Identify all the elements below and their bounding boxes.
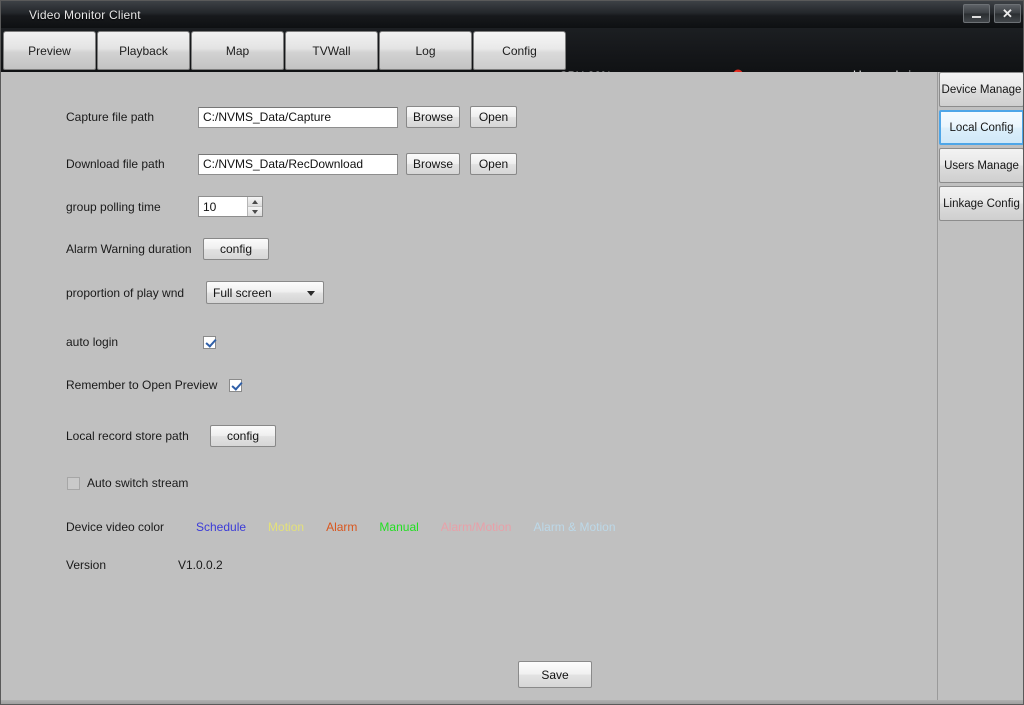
remember-preview-row: Remember to Open Preview xyxy=(66,378,243,392)
auto-login-checkbox[interactable] xyxy=(203,335,216,349)
sidebar-item-linkage-config[interactable]: Linkage Config xyxy=(939,186,1023,221)
minimize-button[interactable] xyxy=(963,4,990,23)
download-path-row: Download file path Browse Open xyxy=(66,153,518,175)
tab-log[interactable]: Log xyxy=(379,31,472,70)
polling-time-input[interactable] xyxy=(199,197,247,216)
capture-open-button[interactable]: Open xyxy=(470,106,518,128)
download-path-input[interactable] xyxy=(198,153,398,175)
capture-path-input[interactable] xyxy=(198,106,398,128)
video-color-alarm: Alarm xyxy=(326,520,358,534)
local-record-row: Local record store path config xyxy=(66,425,276,447)
sidebar-item-users-manage[interactable]: Users Manage xyxy=(939,148,1023,183)
alarm-duration-label: Alarm Warning duration xyxy=(66,242,192,256)
polling-time-spin-buttons xyxy=(247,197,262,216)
polling-time-row: group polling time xyxy=(66,196,263,217)
video-color-alarm-motion: Alarm/Motion xyxy=(440,520,512,534)
auto-login-row: auto login xyxy=(66,335,216,349)
version-row: Version V1.0.0.2 xyxy=(66,558,223,572)
remember-preview-label: Remember to Open Preview xyxy=(66,378,218,392)
chevron-down-icon xyxy=(307,291,315,296)
version-value: V1.0.0.2 xyxy=(178,558,223,572)
video-color-motion: Motion xyxy=(268,520,305,534)
play-proportion-select[interactable]: Full screen xyxy=(206,281,324,304)
window-controls: ✕ xyxy=(963,4,1021,23)
header-bar: CPU:20% Preview Playback Map TVWall Log … xyxy=(1,28,1023,86)
main-tabs: Preview Playback Map TVWall Log Config xyxy=(3,31,567,70)
version-label: Version xyxy=(66,558,107,572)
polling-time-stepper[interactable] xyxy=(198,196,263,217)
capture-path-label: Capture file path xyxy=(66,110,155,124)
download-browse-button[interactable]: Browse xyxy=(406,153,461,175)
tab-playback-label: Playback xyxy=(119,43,168,58)
local-config-form: Capture file path Browse Open Download f… xyxy=(2,72,937,704)
alarm-duration-row: Alarm Warning duration config xyxy=(66,238,269,260)
polling-time-increment-button[interactable] xyxy=(248,197,262,207)
polling-time-decrement-button[interactable] xyxy=(248,207,262,216)
capture-browse-button[interactable]: Browse xyxy=(406,106,461,128)
polling-time-label: group polling time xyxy=(66,199,161,214)
sidebar-item-local-config-label: Local Config xyxy=(949,121,1014,134)
application-window: Video Monitor Client ✕ CPU:20% Preview P… xyxy=(0,0,1024,705)
close-button[interactable]: ✕ xyxy=(994,4,1021,23)
tab-playback[interactable]: Playback xyxy=(97,31,190,70)
sidebar-item-device-manage[interactable]: Device Manage xyxy=(939,72,1023,107)
tab-preview[interactable]: Preview xyxy=(3,31,96,70)
config-sidebar: Device Manage Local Config Users Manage … xyxy=(939,72,1023,704)
remember-preview-checkbox[interactable] xyxy=(229,378,243,392)
video-color-schedule: Schedule xyxy=(196,520,247,534)
chevron-up-icon xyxy=(252,199,258,204)
auto-switch-stream-row: Auto switch stream xyxy=(67,476,188,490)
tab-preview-label: Preview xyxy=(28,43,71,58)
window-title: Video Monitor Client xyxy=(29,7,141,22)
auto-login-label: auto login xyxy=(66,335,119,349)
sidebar-item-users-manage-label: Users Manage xyxy=(944,159,1019,172)
download-path-label: Download file path xyxy=(66,157,165,171)
tab-tvwall[interactable]: TVWall xyxy=(285,31,378,70)
sidebar-item-device-manage-label: Device Manage xyxy=(941,83,1022,96)
local-record-label: Local record store path xyxy=(66,429,189,443)
video-color-manual: Manual xyxy=(379,520,419,534)
tab-log-label: Log xyxy=(415,43,436,58)
close-icon: ✕ xyxy=(1002,5,1013,21)
status-bar xyxy=(1,700,1023,704)
tab-map-label: Map xyxy=(225,43,250,58)
device-video-color-label: Device video color xyxy=(66,520,165,534)
download-open-button[interactable]: Open xyxy=(470,153,518,175)
minimize-icon xyxy=(972,15,981,18)
device-video-color-row: Device video color Schedule Motion Alarm… xyxy=(66,520,616,534)
tab-config-label: Config xyxy=(502,43,537,58)
local-record-config-button[interactable]: config xyxy=(210,425,276,447)
sidebar-item-linkage-config-label: Linkage Config xyxy=(943,197,1020,210)
tab-config[interactable]: Config xyxy=(473,31,566,70)
title-bar: Video Monitor Client ✕ xyxy=(1,1,1023,28)
capture-path-row: Capture file path Browse Open xyxy=(66,106,518,128)
tab-tvwall-label: TVWall xyxy=(312,43,351,58)
play-proportion-row: proportion of play wnd Full screen xyxy=(66,281,324,304)
tab-map[interactable]: Map xyxy=(191,31,284,70)
play-proportion-value: Full screen xyxy=(213,285,272,300)
sidebar-item-local-config[interactable]: Local Config xyxy=(939,110,1023,145)
video-color-alarm-and-motion: Alarm & Motion xyxy=(533,520,616,534)
config-panel: Capture file path Browse Open Download f… xyxy=(2,72,938,704)
save-button[interactable]: Save xyxy=(518,661,592,688)
auto-switch-stream-checkbox[interactable] xyxy=(67,476,80,490)
auto-switch-stream-label: Auto switch stream xyxy=(87,476,189,490)
play-proportion-label: proportion of play wnd xyxy=(66,285,185,300)
chevron-down-icon xyxy=(252,209,258,214)
alarm-duration-config-button[interactable]: config xyxy=(203,238,269,260)
